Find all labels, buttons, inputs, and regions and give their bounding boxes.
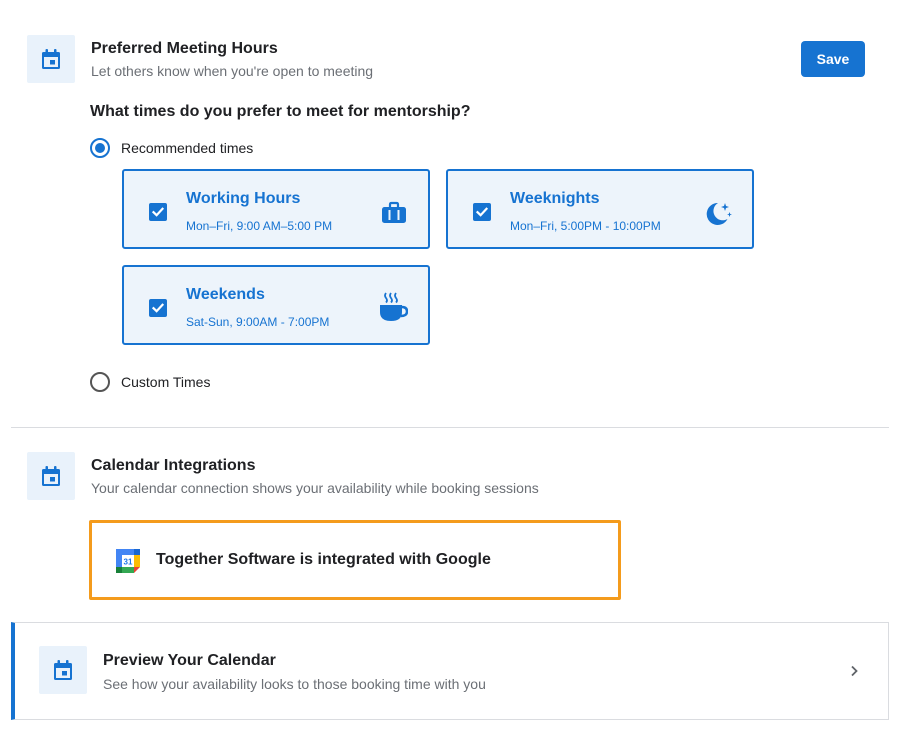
calendar-integrations-subtitle: Your calendar connection shows your avai… — [91, 480, 539, 496]
weekends-checkbox[interactable] — [149, 299, 167, 317]
weekends-option-card[interactable]: Weekends Sat-Sun, 9:00AM - 7:00PM — [122, 265, 430, 345]
meeting-hours-subtitle: Let others know when you're open to meet… — [91, 63, 374, 79]
moon-stars-icon — [706, 202, 732, 225]
calendar-integrations-title: Calendar Integrations — [91, 457, 256, 474]
calendar-icon — [54, 660, 72, 680]
recommended-times-radio-row[interactable]: Recommended times — [90, 138, 253, 158]
custom-times-radio-row[interactable]: Custom Times — [90, 372, 210, 392]
recommended-times-label: Recommended times — [121, 140, 254, 156]
coffee-cup-icon — [380, 292, 408, 321]
calendar-integrations-icon-box — [27, 452, 75, 500]
calendar-icon — [42, 466, 60, 486]
calendar-icon — [42, 49, 60, 69]
weeknights-checkbox[interactable] — [473, 203, 491, 221]
recommended-times-radio[interactable] — [90, 138, 110, 158]
google-integration-text: Together Software is integrated with Goo… — [156, 551, 491, 568]
weeknights-subtitle: Mon–Fri, 5:00PM - 10:00PM — [510, 219, 661, 233]
checkmark-icon — [151, 303, 165, 313]
chevron-right-icon[interactable] — [848, 664, 860, 678]
briefcase-icon — [382, 201, 406, 223]
working-hours-title: Working Hours — [186, 190, 301, 207]
working-hours-option-card[interactable]: Working Hours Mon–Fri, 9:00 AM–5:00 PM — [122, 169, 430, 249]
custom-times-label: Custom Times — [121, 374, 211, 390]
preview-calendar-card[interactable]: Preview Your Calendar See how your avail… — [11, 622, 889, 720]
meeting-hours-icon-box — [27, 35, 75, 83]
working-hours-checkbox[interactable] — [149, 203, 167, 221]
weekends-title: Weekends — [186, 286, 265, 303]
checkmark-icon — [475, 207, 489, 217]
google-integration-status: 31 Together Software is integrated with … — [89, 520, 621, 600]
mentorship-question: What times do you prefer to meet for men… — [90, 103, 471, 120]
working-hours-subtitle: Mon–Fri, 9:00 AM–5:00 PM — [186, 219, 333, 233]
weeknights-option-card[interactable]: Weeknights Mon–Fri, 5:00PM - 10:00PM — [446, 169, 754, 249]
preview-calendar-subtitle: See how your availability looks to those… — [103, 676, 486, 692]
weeknights-title: Weeknights — [510, 190, 600, 207]
checkmark-icon — [151, 207, 165, 217]
weekends-subtitle: Sat-Sun, 9:00AM - 7:00PM — [186, 315, 330, 329]
preview-calendar-title: Preview Your Calendar — [103, 652, 276, 669]
preview-calendar-icon-box — [39, 646, 87, 694]
google-calendar-icon: 31 — [116, 549, 140, 573]
section-divider — [11, 427, 889, 428]
google-calendar-icon-label: 31 — [124, 558, 133, 567]
save-button[interactable]: Save — [801, 41, 865, 77]
custom-times-radio[interactable] — [90, 372, 110, 392]
meeting-hours-title: Preferred Meeting Hours — [91, 40, 278, 57]
